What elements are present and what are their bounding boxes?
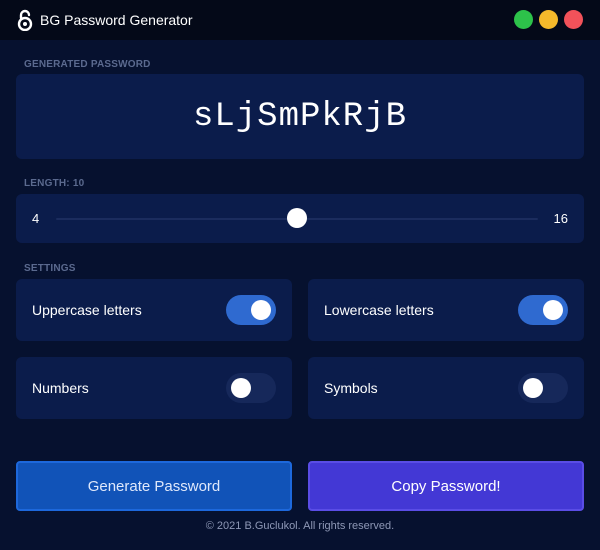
footer-copyright: © 2021 B.Guclukol. All rights reserved. [205, 520, 395, 532]
numbers-toggle[interactable] [226, 373, 276, 403]
toggle-knob [523, 378, 543, 398]
toggle-knob [251, 300, 271, 320]
minimize-button[interactable] [539, 10, 558, 29]
lowercase-toggle[interactable] [518, 295, 568, 325]
toggle-knob [543, 300, 563, 320]
toggle-knob [231, 378, 251, 398]
option-label: Symbols [324, 380, 378, 396]
title-bar: BG Password Generator [0, 0, 600, 40]
length-section-label: LENGTH: 10 [24, 178, 85, 189]
password-display: sLjSmPkRjB [16, 74, 584, 159]
option-label: Uppercase letters [32, 302, 142, 318]
copy-password-button[interactable]: Copy Password! [308, 461, 584, 511]
padlock-icon [17, 9, 33, 31]
symbols-toggle[interactable] [518, 373, 568, 403]
settings-section-label: SETTINGS [24, 263, 76, 274]
generated-password: sLjSmPkRjB [192, 97, 408, 136]
close-button[interactable] [564, 10, 583, 29]
maximize-button[interactable] [514, 10, 533, 29]
option-uppercase: Uppercase letters [16, 279, 292, 341]
length-min-label: 4 [32, 211, 40, 226]
password-section-label: GENERATED PASSWORD [24, 59, 151, 70]
option-label: Numbers [32, 380, 89, 396]
option-numbers: Numbers [16, 357, 292, 419]
generate-password-button[interactable]: Generate Password [16, 461, 292, 511]
option-lowercase: Lowercase letters [308, 279, 584, 341]
option-symbols: Symbols [308, 357, 584, 419]
uppercase-toggle[interactable] [226, 295, 276, 325]
window-title: BG Password Generator [40, 12, 193, 28]
length-max-label: 16 [553, 211, 568, 226]
option-label: Lowercase letters [324, 302, 434, 318]
length-panel: 4 16 [16, 194, 584, 243]
length-slider-thumb[interactable] [287, 208, 307, 228]
